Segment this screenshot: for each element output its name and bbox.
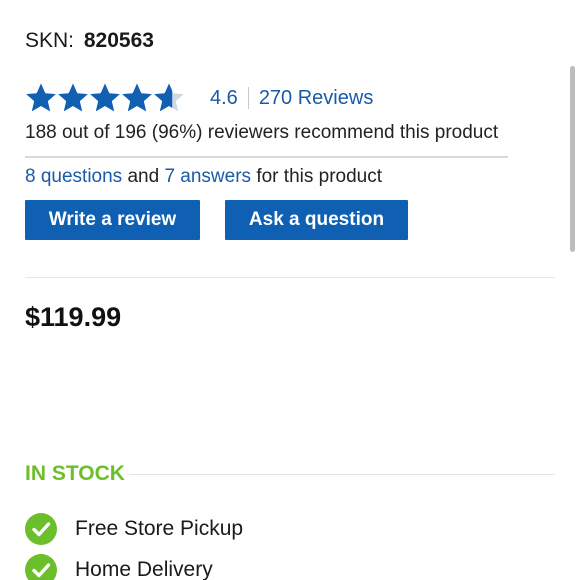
answers-link[interactable]: 7 answers <box>164 166 251 187</box>
ask-question-button[interactable]: Ask a question <box>225 200 408 240</box>
recommend-text: 188 out of 196 (96%) reviewers recommend… <box>25 122 499 143</box>
check-circle-icon <box>25 513 57 545</box>
questions-link[interactable]: 8 questions <box>25 166 122 187</box>
skn-value: 820563 <box>83 29 154 52</box>
rating-value[interactable]: 4.6 <box>210 87 238 110</box>
star-rating[interactable] <box>25 82 185 114</box>
reviews-link[interactable]: 270 Reviews <box>259 87 374 110</box>
qa-summary: 8 questions and 7 answers for this produ… <box>25 166 382 188</box>
stock-status-row: IN STOCK <box>25 460 555 488</box>
divider <box>128 473 555 475</box>
check-circle-icon <box>25 554 57 580</box>
star-icon <box>26 83 56 112</box>
write-review-button[interactable]: Write a review <box>25 200 200 240</box>
fulfillment-option-label: Home Delivery <box>75 558 213 580</box>
product-title-fragment <box>330 0 360 2</box>
star-icon <box>90 83 120 112</box>
divider <box>25 277 555 278</box>
fulfillment-option-pickup: Free Store Pickup <box>25 513 243 545</box>
qa-and-text: and <box>122 166 165 187</box>
skn-label: SKN: <box>25 29 75 52</box>
scrollbar[interactable] <box>570 66 575 252</box>
star-icon <box>58 83 88 112</box>
star-icon <box>122 83 152 112</box>
skn-line: SKN: 820563 <box>25 29 154 53</box>
qa-suffix-text: for this product <box>251 166 383 187</box>
divider <box>25 156 508 158</box>
rating-summary: 4.6 270 Reviews <box>25 80 373 116</box>
product-price: $119.99 <box>25 302 122 332</box>
stock-status: IN STOCK <box>25 462 125 485</box>
product-detail-page: SKN: 820563 4.6 270 Reviews 188 out of 1… <box>0 0 580 580</box>
rating-divider <box>247 87 249 109</box>
fulfillment-option-delivery: Home Delivery <box>25 554 213 580</box>
star-icon <box>154 83 184 112</box>
fulfillment-option-label: Free Store Pickup <box>75 517 244 540</box>
